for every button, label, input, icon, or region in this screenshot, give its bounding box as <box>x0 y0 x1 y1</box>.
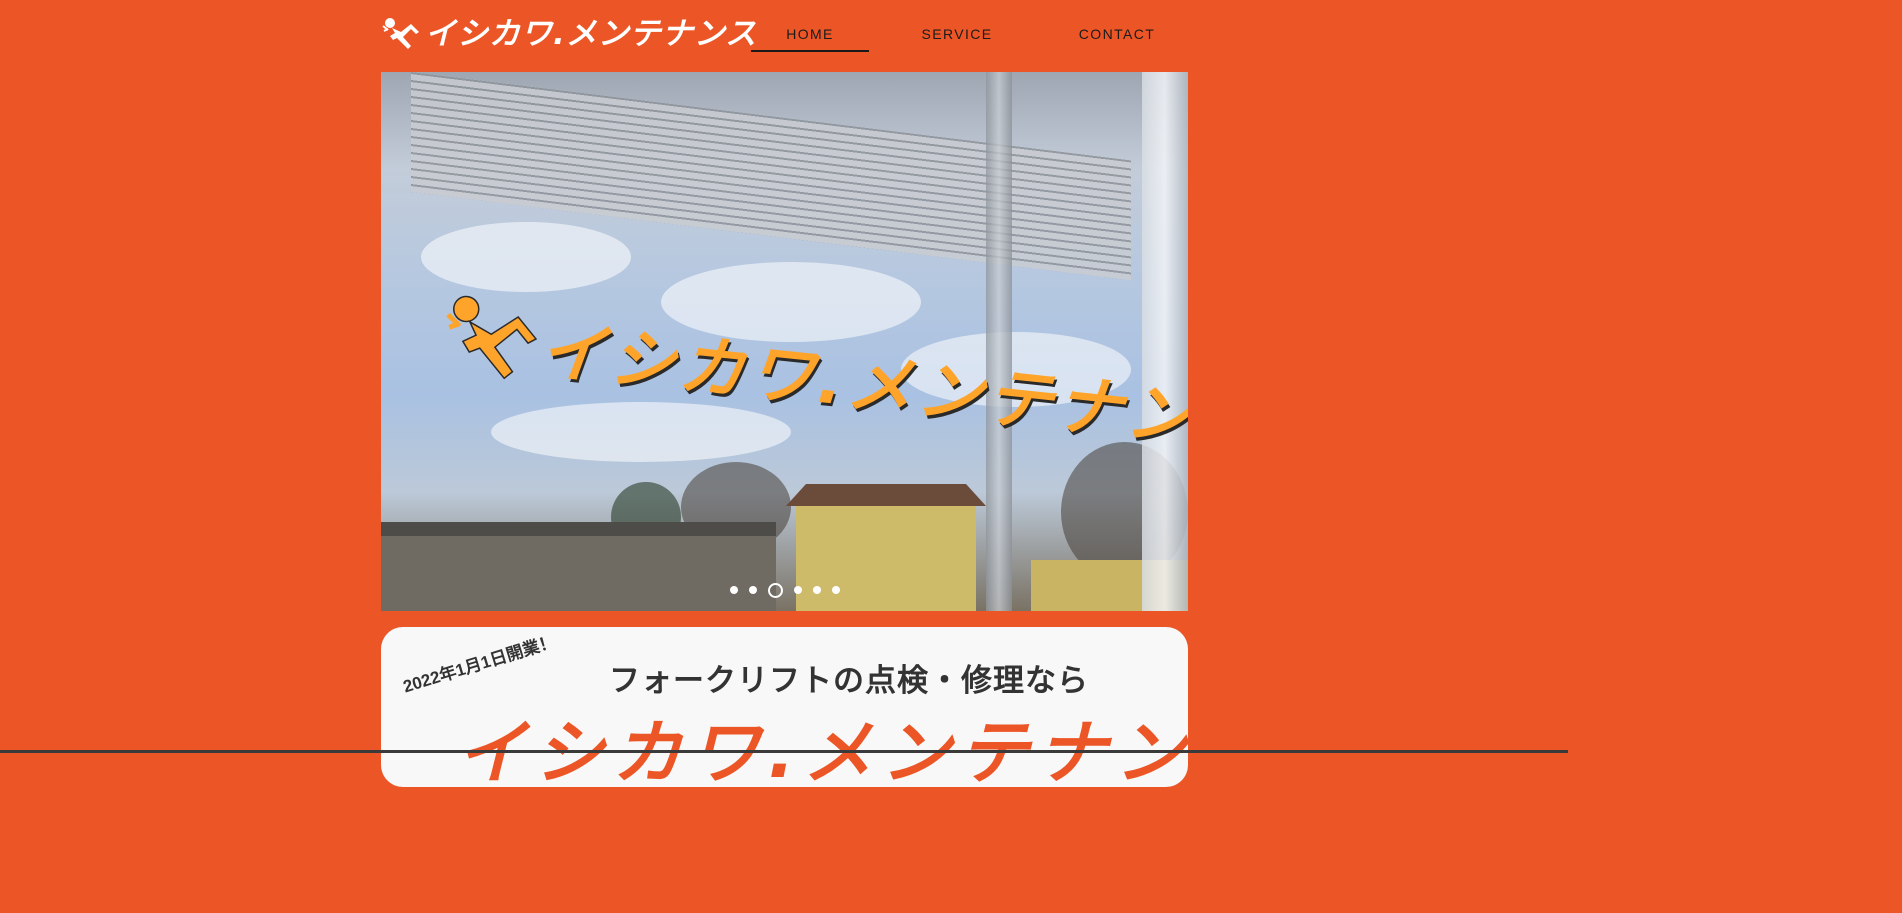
site-logo[interactable]: イシカワ.メンテナンス <box>381 14 757 54</box>
hero-slideshow[interactable]: イシカワ.メンテナンス <box>381 72 1188 611</box>
intro-card: 2022年1月1日開業！ フォークリフトの点検・修理なら イシカワ.メンテナンス <box>381 627 1188 787</box>
slide-dot-6[interactable] <box>831 586 840 594</box>
tagline: フォークリフトの点検・修理なら <box>609 663 1089 698</box>
bottom-divider <box>0 750 1568 753</box>
runner-icon <box>382 18 419 49</box>
nav-home[interactable]: HOME <box>751 20 869 52</box>
cloud <box>421 222 631 292</box>
slide-dot-3[interactable] <box>767 582 783 598</box>
nav-contact[interactable]: CONTACT <box>1058 20 1176 50</box>
slide-dot-1[interactable] <box>729 586 738 594</box>
slide-dot-5[interactable] <box>812 586 821 594</box>
opening-date: 2022年1月1日開業！ <box>400 631 559 697</box>
slide-dot-4[interactable] <box>793 586 802 594</box>
logo-text: イシカワ.メンテナンス <box>425 16 758 52</box>
nav-service[interactable]: SERVICE <box>898 20 1016 50</box>
building <box>381 522 776 611</box>
slide-indicators <box>381 582 1188 598</box>
slide-dot-2[interactable] <box>748 586 757 594</box>
runner-icon <box>446 295 538 380</box>
card-brand-name: イシカワ.メンテナンス <box>456 712 1188 787</box>
window-frame <box>1142 72 1188 611</box>
